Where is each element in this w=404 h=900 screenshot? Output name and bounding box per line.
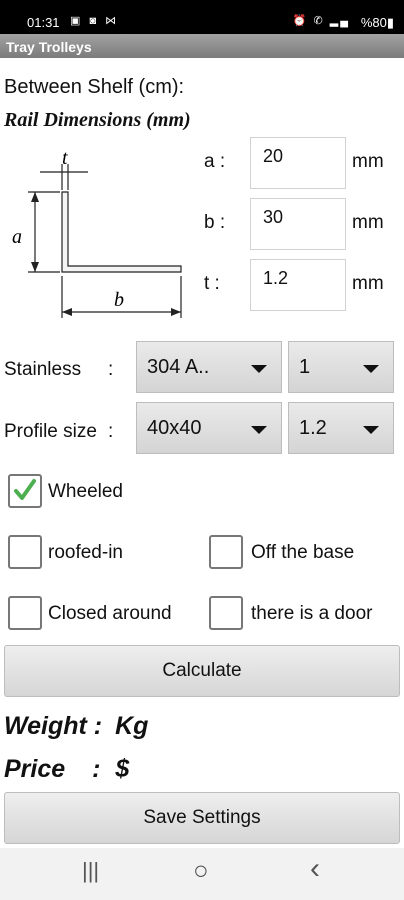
diagram-b-label: b: [114, 289, 124, 311]
stainless-grade-value: 304 A..: [147, 356, 210, 378]
there-is-a-door-checkbox[interactable]: [209, 596, 243, 630]
roofed-in-label[interactable]: roofed-in: [48, 542, 123, 564]
off-the-base-label[interactable]: Off the base: [251, 542, 354, 564]
profile-thickness-select[interactable]: 1.2: [288, 402, 394, 454]
profile-size-colon: :: [108, 421, 114, 442]
dim-a-label: a :: [204, 151, 226, 172]
price-unit: $: [115, 755, 130, 783]
angle-profile-diagram: t a b: [12, 147, 182, 318]
profile-thickness-value: 1.2: [299, 417, 327, 439]
stainless-count-value: 1: [299, 356, 311, 378]
app-title: Tray Trolleys: [6, 39, 92, 55]
notification-icons: ▣ ◙ ⋈: [70, 15, 120, 27]
price-label: Price: [4, 755, 66, 783]
checkmark-icon: [14, 479, 36, 500]
dim-b-label: b :: [204, 212, 226, 233]
wheeled-checkbox[interactable]: [8, 474, 42, 508]
weight-unit: Kg: [115, 712, 149, 740]
roofed-in-checkbox[interactable]: [8, 535, 42, 569]
diagram-a-label: a: [12, 226, 22, 248]
dropdown-arrow-icon: [251, 365, 267, 373]
closed-around-checkbox[interactable]: [8, 596, 42, 630]
price-colon: :: [92, 755, 101, 783]
profile-size-value: 40x40: [147, 417, 202, 439]
profile-size-label: Profile size: [4, 421, 97, 442]
off-the-base-checkbox[interactable]: [209, 535, 243, 569]
stainless-colon: :: [108, 359, 114, 380]
dim-b-unit: mm: [352, 212, 384, 233]
price-result: Price : $: [4, 755, 129, 784]
dim-a-input[interactable]: 20: [250, 137, 346, 189]
app-title-bar: Tray Trolleys: [0, 34, 404, 58]
between-shelf-label: Between Shelf (cm):: [4, 76, 185, 98]
stainless-grade-select[interactable]: 304 A..: [136, 341, 282, 393]
battery-indicator: %80▮: [360, 15, 394, 30]
profile-size-select[interactable]: 40x40: [136, 402, 282, 454]
there-is-a-door-label[interactable]: there is a door: [251, 603, 372, 625]
calculate-button[interactable]: Calculate: [4, 645, 400, 697]
status-time: 01:31: [27, 15, 60, 30]
save-settings-button[interactable]: Save Settings: [4, 792, 400, 844]
weight-label: Weight :: [4, 712, 103, 740]
dropdown-arrow-icon: [363, 365, 379, 373]
wheeled-label[interactable]: Wheeled: [48, 481, 123, 503]
navigation-bar: ||| ○ ‹: [0, 848, 404, 900]
rail-dimensions-title: Rail Dimensions (mm): [4, 109, 191, 131]
diagram-t-label: t: [62, 147, 68, 169]
weight-result: Weight : Kg: [4, 712, 148, 741]
status-bar: 01:31 ▣ ◙ ⋈ ⏰ ✆ ▂▄ %80▮: [0, 0, 404, 34]
stainless-label: Stainless: [4, 359, 82, 380]
dim-t-input[interactable]: 1.2: [250, 259, 346, 311]
recents-icon[interactable]: |||: [82, 858, 99, 884]
dim-b-input[interactable]: 30: [250, 198, 346, 250]
back-icon[interactable]: ‹: [310, 852, 320, 886]
dropdown-arrow-icon: [251, 426, 267, 434]
dim-a-unit: mm: [352, 151, 384, 172]
home-icon[interactable]: ○: [193, 855, 209, 886]
dim-t-unit: mm: [352, 273, 384, 294]
dim-t-label: t :: [204, 273, 220, 294]
stainless-count-select[interactable]: 1: [288, 341, 394, 393]
system-icons: ⏰ ✆ ▂▄: [292, 15, 350, 27]
dropdown-arrow-icon: [363, 426, 379, 434]
closed-around-label[interactable]: Closed around: [48, 603, 172, 625]
